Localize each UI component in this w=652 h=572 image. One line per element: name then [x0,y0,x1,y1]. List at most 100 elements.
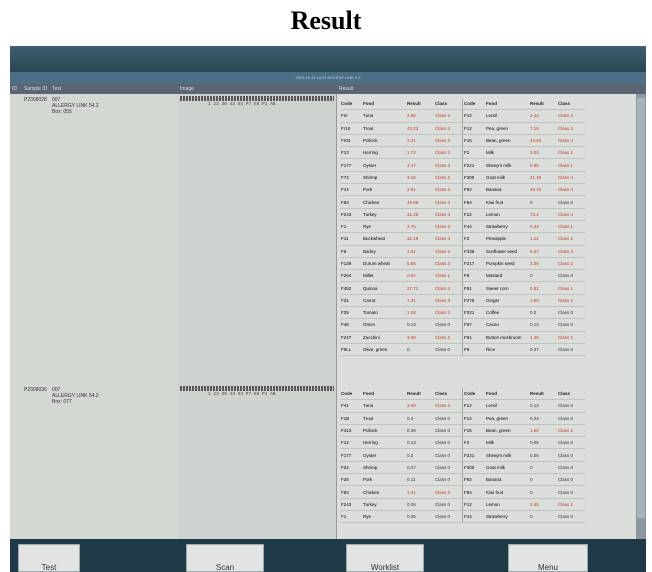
result-row[interactable]: F452 Quinoa 27.71 Class 4 F81 Sweet corn 0.81 C… [340,281,585,295]
cell-class: Class 0 [557,318,585,332]
cell-code: F92 [462,183,485,197]
cell-code: F12 [462,498,485,511]
cell-code: F6 [340,245,362,258]
result-row[interactable]: F24 Shrimp 0.27 Class 0 F300 Goat milk 0 Class … [340,461,585,475]
result-row[interactable]: F177 Oyster 0.2 Class 0 F221 Sheep's milk 0.05… [340,448,585,462]
result-row[interactable]: F413 Pollock 0.39 Class 0 F15 Bean, green 1.90… [340,424,585,438]
worklist-button[interactable]: Worklist [346,544,424,572]
result-row[interactable]: F83 Chicken 1.01 Class 2 F84 Kiwi fruit 0 Class… [340,485,585,499]
test-button[interactable]: Test [18,544,80,572]
result-row[interactable]: F25 Tomato 1.28 Class 2 F221 Coffee 0.2 Class 0 [340,306,585,320]
result-table: Code Food Result Class Code Food Result Class F4… [340,388,585,524]
cell-food: Sheep's milk [485,448,529,462]
cell-class: Class 1 [557,158,585,172]
result-row[interactable]: Fm Tuna 2.95 Class 2 F12 Lentil 2.44 Class 2 [340,109,585,123]
scrollbar[interactable] [636,94,646,539]
results-list[interactable]: P2308028 007 ALLERGY LINK 54.2 Box: 055 1 23… [10,94,646,540]
bottom-toolbar: Test Scan Worklist Menu [10,539,646,572]
result-panel: Code Food Result Class Code Food Result Class F4… [337,384,636,539]
result-row[interactable]: F1 Rye 0.05 Class 0 F44 Strawberry 0 Class 0 [340,510,585,524]
cell-food: Zucchini [362,331,406,344]
cell-code: F15 [462,424,485,438]
result-row[interactable]: F1 Rye 2.75 Class 2 F44 Strawberry 0.43 Class 1 [340,220,585,234]
cell-result: 0 [529,269,557,283]
cell-result: 43.52 [529,134,557,148]
top-band [10,46,646,72]
result-row[interactable]: F41 Tuna 2.00 Class 2 F12 Lentil 0.12 Class 0 [340,399,585,413]
cell-food: Carrot [362,294,406,308]
header-test: Test [52,86,62,92]
cell-food: Durum wheat [362,257,406,271]
result-row[interactable]: F11 Buckwheat 31.19 Class 4 F2 Pineapple 1.12 C… [340,232,585,246]
cell-result: 1.28 [406,306,434,320]
scrollbar-thumb[interactable] [637,98,645,518]
cell-food: Milk [485,146,529,160]
cell-food: Chicken [362,485,406,499]
result-row[interactable]: F139 Durum wheat 5.55 Class 3 F217 Pumpkin se… [340,257,585,271]
result-row[interactable]: F243 Turkey 31.26 Class 4 F12 Lemon 73.4 Class … [340,208,585,221]
result-row[interactable]: Fr10 Trout 43.23 Class 4 F12 Pea, green 7.19 Cl… [340,122,585,135]
cell-code: F9 [462,343,485,357]
result-row[interactable]: F14 Pork 2.81 Class 2 F92 Banana 29.10 Class 4 [340,183,585,197]
sample-row[interactable]: P2308028 007 ALLERGY LINK 54.2 Box: 055 1 23… [10,94,636,385]
cell-food: Lemon [485,498,529,511]
cell-result: 0.13 [406,436,434,450]
cell-result: 3.60 [406,331,434,344]
cell-code: F48 [340,318,362,332]
cell-code: F83 [340,485,362,499]
result-row[interactable]: F6 Barley 1.01 Class 2 F336 Sunflower seed 6.0… [340,245,585,258]
result-row[interactable]: F247 Zucchini 3.60 Class 2 F61 Button mushroo… [340,331,585,344]
cell-result: 46.56 [406,195,434,209]
header-code: Code [340,388,362,401]
cell-result: 43.23 [406,122,434,135]
cell-food: Tomato [362,306,406,320]
result-row[interactable]: F1B Trout 0.3 Class 0 F12 Pea, green 0.24 Class… [340,412,585,425]
result-row[interactable]: F243 Turkey 0.26 Class 0 F12 Lemon 3.45 Class 2 [340,498,585,511]
page-title: Result [290,6,362,35]
cell-class: Class 0 [434,318,463,332]
cell-result: 0.85 [529,158,557,172]
cell-food: Lentil [485,109,529,123]
result-row[interactable]: F177 Oyster 4.17 Class 3 F221 Sheep's milk 0.8… [340,158,585,172]
cell-code: Fm [340,109,362,123]
cell-class: Class 2 [557,294,585,308]
cell-class: Class 0 [557,485,585,499]
test-sub: Box: 055 [52,109,72,115]
result-row[interactable]: F9LL Olive, green 0 Class 0 F9 Rice 0.37 Class … [340,343,585,357]
result-row[interactable]: F83 Chicken 46.56 Class 4 F84 Kiwi fruit 0 Clas… [340,195,585,209]
sample-info: P2308036 007 ALLERGY LINK 54.2 Box: 077 [10,384,179,539]
strip-sequence: 1 23 30 43 64 P7 88 P1 AB [208,102,276,107]
result-row[interactable]: F31 Carrot 7.21 Class 3 F270 Ginger 1.50 Class … [340,294,585,308]
cell-code: F81 [462,281,485,295]
cell-result: 0.11 [406,473,434,487]
cell-result: 1.50 [529,294,557,308]
sample-row[interactable]: P2308036 007 ALLERGY LINK 54.2 Box: 077 1 23… [10,384,636,540]
cell-food: Button mushroom [485,331,529,344]
cell-code: F12 [462,399,485,413]
result-row[interactable]: F48 Onion 0.13 Class 0 F67 Cacao 0.14 Class 0 [340,318,585,332]
result-row[interactable]: Fr03 Pollock 2.21 Class 2 F15 Bean, green 43.5… [340,134,585,148]
cell-code: F300 [462,171,485,185]
cell-class: Class 4 [434,208,463,221]
result-row[interactable]: F13 Herring 1.74 Class 2 F2 Milk 3.03 Class 2 [340,146,585,160]
cell-food: Kiwi fruit [485,195,529,209]
cell-code: F2 [462,232,485,246]
menu-button[interactable]: Menu [508,544,588,572]
cell-food: Chicken [362,195,406,209]
result-row[interactable]: F74 Shrimp 3.16 Class 2 F300 Goat milk 41.45 Cl… [340,171,585,185]
cell-food: Shrimp [362,171,406,185]
test-info: 007 ALLERGY LINK 54.2 Box: 077 [52,387,99,405]
cell-result: 7.19 [529,122,557,135]
header-food: Food [485,98,529,111]
scan-button[interactable]: Scan [186,544,264,572]
header-result: Result [406,388,434,401]
cell-food: Pollock [362,134,406,148]
cell-class: Class 0 [434,343,463,357]
cell-class: Class 2 [557,109,585,123]
result-row[interactable]: F25 Pork 0.11 Class 0 F92 Banana 0 Class 0 [340,473,585,487]
result-row[interactable]: F264 Millet 0.81 Class 1 F8 Mustard 0 Class 0 [340,269,585,283]
result-row[interactable]: F12 Herring 0.13 Class 0 F2 Milk 0.05 Class 0 [340,436,585,450]
strip-image-bar [180,96,334,101]
strip-image: 1 23 30 43 64 P7 88 P1 AB [178,384,337,539]
cell-food: Herring [362,146,406,160]
